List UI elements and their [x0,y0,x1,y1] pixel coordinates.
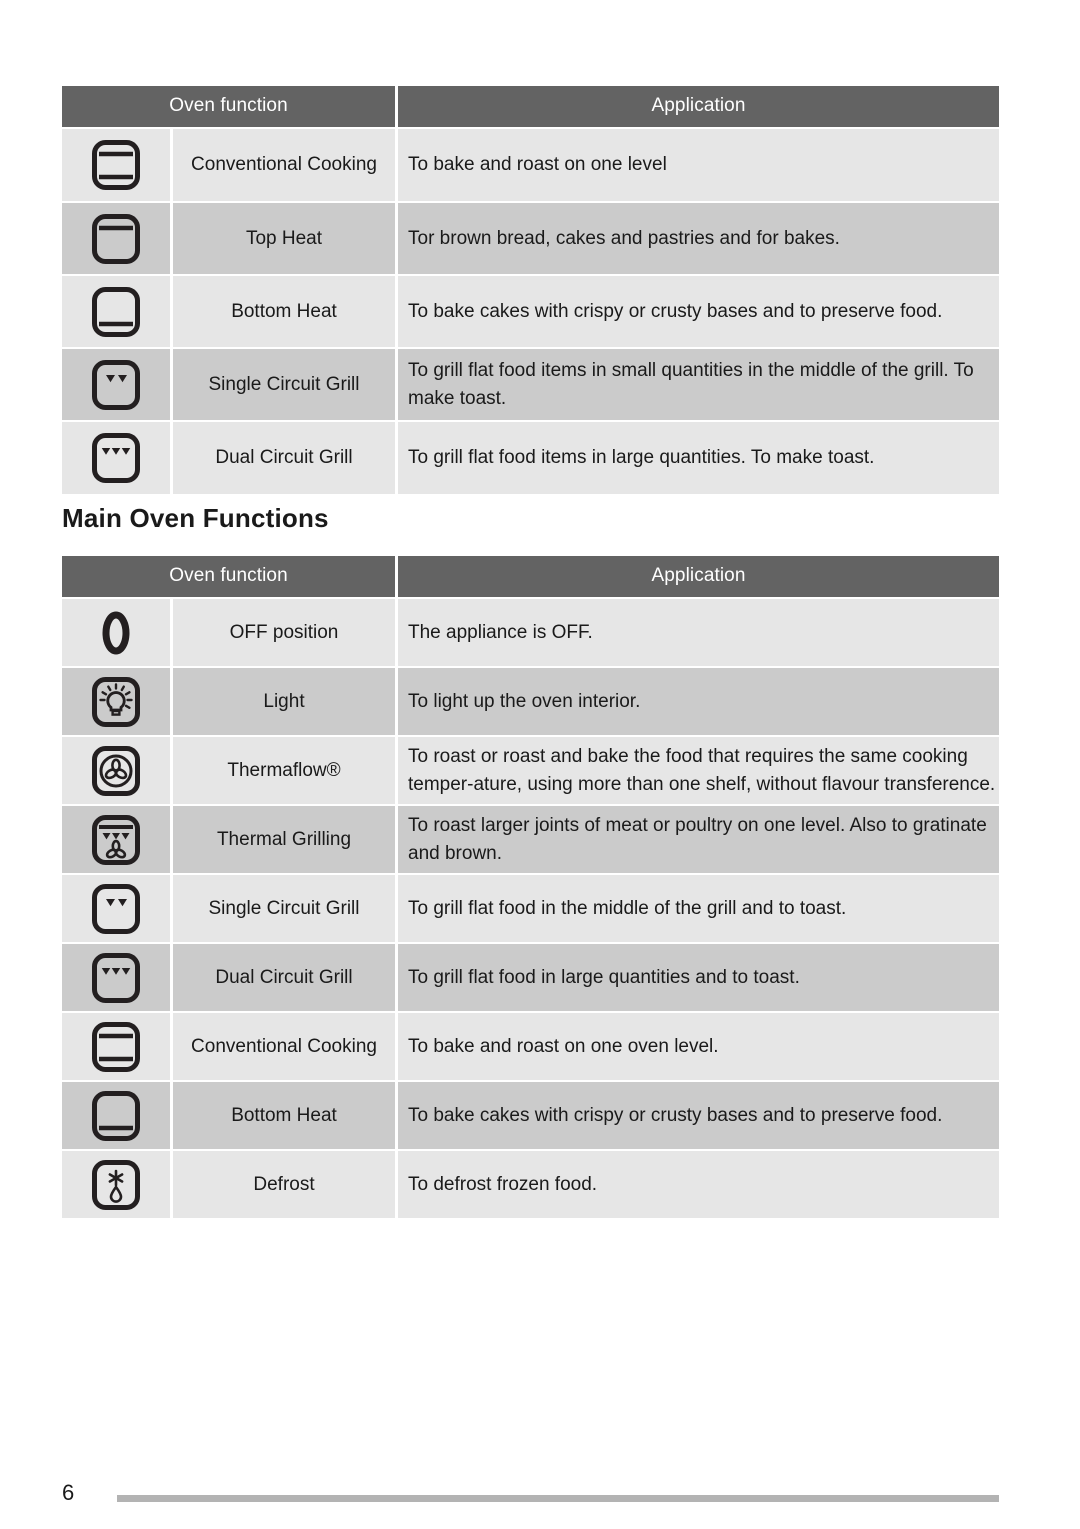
application-text: To grill flat food items in small quanti… [408,359,974,409]
application-text: To grill flat food in the middle of the … [408,897,847,919]
application-text: To light up the oven interior. [408,690,641,712]
table-row: Defrost To defrost frozen food. [62,1151,999,1218]
column-header-application: Application [398,86,999,127]
table-row: Bottom Heat To bake cakes with crispy or … [62,1082,999,1149]
table-row: Dual Circuit Grill To grill flat food ite… [62,422,999,494]
application-description: To defrost frozen food. [398,1151,999,1218]
conventional-cooking-icon [90,139,142,191]
application-text: To bake and roast on one oven level. [408,1035,719,1057]
function-icon-cell [62,806,170,873]
function-icon-cell [62,599,170,666]
table-row: Conventional Cooking To bake and roast on… [62,129,999,201]
application-description: Tor brown bread, cakes and pastries and … [398,203,999,274]
function-icon-cell [62,1151,170,1218]
application-description: To roast larger joints of meat or poultr… [398,806,999,873]
oven-function-name: Light [173,668,395,735]
single-circuit-grill-icon [90,883,142,935]
page-section-heading: Main Oven Functions [62,503,329,533]
oven-function-name: Bottom Heat [173,1082,395,1149]
function-icon-cell [62,276,170,347]
application-text: To grill flat food in large quantities a… [408,966,800,988]
application-text: The appliance is OFF. [408,621,593,643]
bottom-heat-icon [90,1090,142,1142]
column-header-application: Application [398,556,999,597]
table-row: Single Circuit Grill To grill flat food i… [62,875,999,942]
oven-function-name: OFF position [173,599,395,666]
oven-function-name: Thermal Grilling [173,806,395,873]
oven-function-name: Dual Circuit Grill [173,422,395,494]
function-icon-cell [62,1082,170,1149]
dual-circuit-grill-icon [90,432,142,484]
single-circuit-grill-icon [90,359,142,411]
application-text: To roast larger joints of meat or poultr… [408,814,987,864]
function-icon-cell [62,422,170,494]
application-text: To defrost frozen food. [408,1173,598,1195]
bottom-heat-icon [90,286,142,338]
oven-function-name: Single Circuit Grill [173,349,395,420]
table-row: Bottom Heat To bake cakes with crispy or … [62,276,999,347]
oven-function-name: Defrost [173,1151,395,1218]
oven-function-name: Dual Circuit Grill [173,944,395,1011]
application-description: To light up the oven interior. [398,668,999,735]
function-icon-cell [62,944,170,1011]
oven-function-name: Thermaflow® [173,737,395,804]
document-page: Oven function Application Conventional C… [0,0,1080,1529]
top-oven-functions-table: Oven function Application Conventional C… [62,86,999,496]
application-description: The appliance is OFF. [398,599,999,666]
application-description: To grill flat food items in large quanti… [398,422,999,494]
table-row: Dual Circuit Grill To grill flat food in … [62,944,999,1011]
off-position-icon [90,607,142,659]
application-text: To bake cakes with crispy or crusty base… [408,1104,943,1126]
oven-function-name: Conventional Cooking [173,129,395,201]
main-oven-functions-table: Oven function Application OFF position Th… [62,556,999,1220]
function-icon-cell [62,1013,170,1080]
application-text: To bake cakes with crispy or crusty base… [408,300,943,322]
light-icon [90,676,142,728]
page-number: 6 [62,1480,75,1505]
table-row: Conventional Cooking To bake and roast on… [62,1013,999,1080]
application-description: To grill flat food items in small quanti… [398,349,999,420]
function-icon-cell [62,203,170,274]
table-row: Thermaflow® To roast or roast and bake th… [62,737,999,804]
function-icon-cell [62,349,170,420]
table-header-row: Oven function Application [62,86,999,127]
application-text: Tor brown bread, cakes and pastries and … [408,227,840,249]
application-description: To bake and roast on one oven level. [398,1013,999,1080]
oven-function-name: Top Heat [173,203,395,274]
application-description: To grill flat food in large quantities a… [398,944,999,1011]
application-description: To grill flat food in the middle of the … [398,875,999,942]
thermaflow-fan-icon [90,745,142,797]
oven-function-name: Conventional Cooking [173,1013,395,1080]
application-description: To bake cakes with crispy or crusty base… [398,1082,999,1149]
top-heat-icon [90,213,142,265]
application-description: To bake and roast on one level [398,129,999,201]
function-icon-cell [62,875,170,942]
oven-function-name: Bottom Heat [173,276,395,347]
conventional-cooking-icon [90,1021,142,1073]
defrost-icon [90,1159,142,1211]
column-header-oven-function: Oven function [62,556,395,597]
function-icon-cell [62,668,170,735]
thermal-grilling-icon [90,814,142,866]
table-row: Light To light up the oven interior. [62,668,999,735]
function-icon-cell [62,129,170,201]
table-row: OFF position The appliance is OFF. [62,599,999,666]
application-description: To bake cakes with crispy or crusty base… [398,276,999,347]
column-header-oven-function: Oven function [62,86,395,127]
table-row: Top Heat Tor brown bread, cakes and pastr… [62,203,999,274]
function-icon-cell [62,737,170,804]
application-text: To roast or roast and bake the food that… [408,745,996,795]
footer-rule [117,1495,999,1502]
table-row: Thermal Grilling To roast larger joints o… [62,806,999,873]
table-header-row: Oven function Application [62,556,999,597]
application-text: To grill flat food items in large quanti… [408,447,875,469]
oven-function-name: Single Circuit Grill [173,875,395,942]
dual-circuit-grill-icon [90,952,142,1004]
table-row: Single Circuit Grill To grill flat food i… [62,349,999,420]
application-description: To roast or roast and bake the food that… [398,737,999,804]
application-text: To bake and roast on one level [408,154,667,176]
